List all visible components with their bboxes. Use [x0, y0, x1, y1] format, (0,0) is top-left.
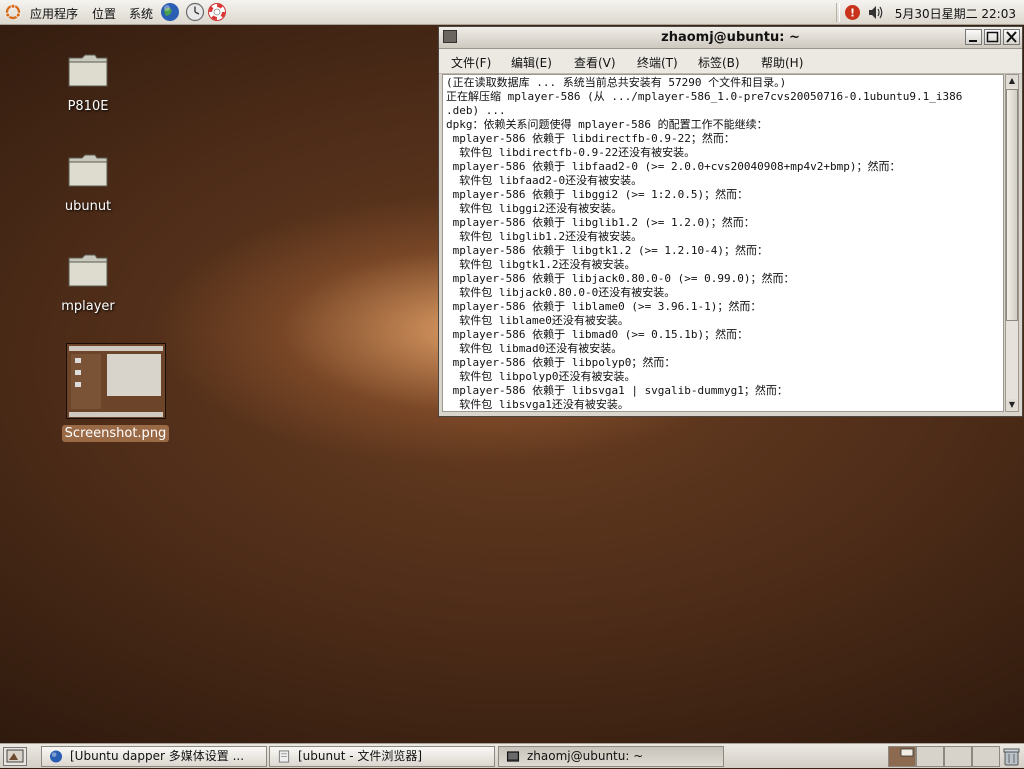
terminal-output[interactable]: (正在读取数据库 ... 系统当前总共安装有 57290 个文件和目录。) 正在解…: [442, 74, 1004, 412]
terminal-line: mplayer-586 依赖于 libsvga1 | svgalib-dummy…: [446, 384, 788, 397]
show-desktop-icon: [6, 749, 24, 763]
terminal-line: mplayer-586 依赖于 libdirectfb-0.9-22；然而：: [446, 132, 735, 145]
terminal-scrollbar[interactable]: ▲ ▼: [1005, 74, 1019, 412]
terminal-line: dpkg：依赖关系问题使得 mplayer-586 的配置工作不能继续：: [446, 118, 768, 131]
terminal-line: mplayer-586 依赖于 libglib1.2 (>= 1.2.0)；然而…: [446, 216, 755, 229]
desktop-icon-label-selected: Screenshot.png: [61, 425, 170, 442]
menu-file[interactable]: 文件(F): [451, 54, 491, 71]
maximize-button[interactable]: [984, 29, 1001, 45]
terminal-line: mplayer-586 依赖于 libggi2 (>= 1:2.0.5)；然而：: [446, 188, 749, 201]
folder-icon: [68, 154, 108, 187]
workspace-2[interactable]: [916, 746, 944, 767]
terminal-menubar: 文件(F) 编辑(E) 查看(V) 终端(T) 标签(B) 帮助(H): [439, 49, 1022, 74]
menu-terminal[interactable]: 终端(T): [637, 54, 678, 71]
terminal-line: mplayer-586 依赖于 libmad0 (>= 0.15.1b)；然而：: [446, 328, 749, 341]
terminal-line: 软件包 liblame0还没有被安装。: [446, 314, 629, 327]
taskbar-item-file-browser[interactable]: [ubunut - 文件浏览器]: [269, 746, 495, 767]
volume-icon[interactable]: [867, 4, 885, 21]
terminal-line: 软件包 libdirectfb-0.9-22还没有被安装。: [446, 146, 696, 159]
terminal-line: 软件包 libmad0还没有被安装。: [446, 342, 623, 355]
terminal-line: mplayer-586 依赖于 libjack0.80.0-0 (>= 0.99…: [446, 272, 795, 285]
places-menu[interactable]: 位置: [92, 5, 116, 22]
window-titlebar[interactable]: zhaomj@ubuntu: ~: [439, 27, 1022, 49]
trash-icon[interactable]: [1001, 746, 1022, 767]
terminal-line: 软件包 libggi2还没有被安装。: [446, 202, 623, 215]
minimize-icon: [969, 40, 977, 42]
maximize-icon: [986, 31, 999, 43]
menu-help[interactable]: 帮助(H): [761, 54, 803, 71]
workspace-3[interactable]: [944, 746, 972, 767]
clock-settings-icon[interactable]: [185, 2, 205, 22]
top-panel: 应用程序 位置 系统 ! 5月30日星期二 22:03: [0, 0, 1024, 25]
file-manager-icon: [278, 750, 290, 763]
terminal-line: 软件包 libpolyp0还没有被安装。: [446, 370, 636, 383]
terminal-line: mplayer-586 依赖于 libpolyp0；然而：: [446, 356, 676, 369]
terminal-line: 软件包 libsvga1还没有被安装。: [446, 398, 629, 411]
desktop-folder-mplayer[interactable]: mplayer: [38, 252, 138, 314]
system-menu[interactable]: 系统: [129, 5, 153, 22]
taskbar-item-multimedia-settings[interactable]: [Ubuntu dapper 多媒体设置 ...: [41, 746, 267, 767]
terminal-icon: [506, 751, 520, 762]
desktop-icon-label: ubunut: [64, 199, 112, 214]
terminal-line: mplayer-586 依赖于 libfaad2-0 (>= 2.0.0+cvs…: [446, 160, 901, 173]
show-desktop-button[interactable]: [3, 747, 27, 766]
desktop-folder-ubunut[interactable]: ubunut: [38, 152, 138, 214]
terminal-window: zhaomj@ubuntu: ~ 文件(F) 编辑(E) 查看(V) 终端(T)…: [438, 26, 1023, 417]
menu-edit[interactable]: 编辑(E): [511, 54, 552, 71]
terminal-line: 软件包 libglib1.2还没有被安装。: [446, 230, 643, 243]
taskbar-item-label: [ubunut - 文件浏览器]: [298, 749, 423, 763]
desktop-icon-label: mplayer: [61, 299, 115, 314]
menu-tabs[interactable]: 标签(B): [698, 54, 740, 71]
svg-text:!: !: [850, 7, 855, 20]
terminal-line: .deb) ...: [446, 104, 506, 117]
minimize-button[interactable]: [965, 29, 982, 45]
terminal-line: 软件包 libgtk1.2还没有被安装。: [446, 258, 636, 271]
image-thumbnail-icon: [65, 343, 166, 419]
close-icon: [1006, 31, 1017, 43]
scroll-down-arrow-icon[interactable]: ▼: [1006, 399, 1018, 411]
close-button[interactable]: [1003, 29, 1020, 45]
scroll-up-arrow-icon[interactable]: ▲: [1006, 75, 1018, 87]
terminal-line: 软件包 libjack0.80.0-0还没有被安装。: [446, 286, 676, 299]
menu-view[interactable]: 查看(V): [574, 54, 616, 71]
desktop-icon-label: P810E: [67, 99, 109, 114]
scrollbar-thumb[interactable]: [1006, 89, 1018, 321]
taskbar-item-terminal[interactable]: zhaomj@ubuntu: ~: [498, 746, 724, 767]
panel-clock[interactable]: 5月30日星期二 22:03: [895, 5, 1016, 22]
terminal-line: 正在解压缩 mplayer-586 (从 .../mplayer-586_1.0…: [446, 90, 963, 103]
ubuntu-logo-icon[interactable]: [5, 4, 21, 20]
taskbar-item-label: zhaomj@ubuntu: ~: [527, 749, 644, 763]
help-lifebuoy-icon[interactable]: [207, 2, 227, 22]
workspace-window-preview-icon: [900, 748, 914, 757]
terminal-line: mplayer-586 依赖于 libgtk1.2 (>= 1.2.10-4)；…: [446, 244, 769, 257]
update-notifier-icon[interactable]: !: [844, 4, 861, 21]
folder-icon: [68, 254, 108, 287]
terminal-line: (正在读取数据库 ... 系统当前总共安装有 57290 个文件和目录。): [446, 76, 787, 89]
applications-menu[interactable]: 应用程序: [30, 5, 78, 22]
folder-icon: [68, 54, 108, 87]
terminal-line: mplayer-586 依赖于 liblame0 (>= 3.96.1-1)；然…: [446, 300, 762, 313]
web-browser-icon[interactable]: [160, 2, 180, 22]
terminal-line: 软件包 libfaad2-0还没有被安装。: [446, 174, 643, 187]
desktop-folder-p810e[interactable]: P810E: [38, 52, 138, 114]
taskbar-item-label: [Ubuntu dapper 多媒体设置 ...: [70, 749, 245, 763]
workspace-4[interactable]: [972, 746, 1000, 767]
bottom-panel: [Ubuntu dapper 多媒体设置 ... [ubunut - 文件浏览器…: [0, 743, 1024, 768]
globe-icon: [49, 750, 63, 763]
panel-separator: [836, 3, 840, 22]
desktop-file-screenshot[interactable]: Screenshot.png: [58, 343, 173, 442]
window-title: zhaomj@ubuntu: ~: [661, 30, 800, 45]
workspace-1[interactable]: [888, 746, 916, 767]
